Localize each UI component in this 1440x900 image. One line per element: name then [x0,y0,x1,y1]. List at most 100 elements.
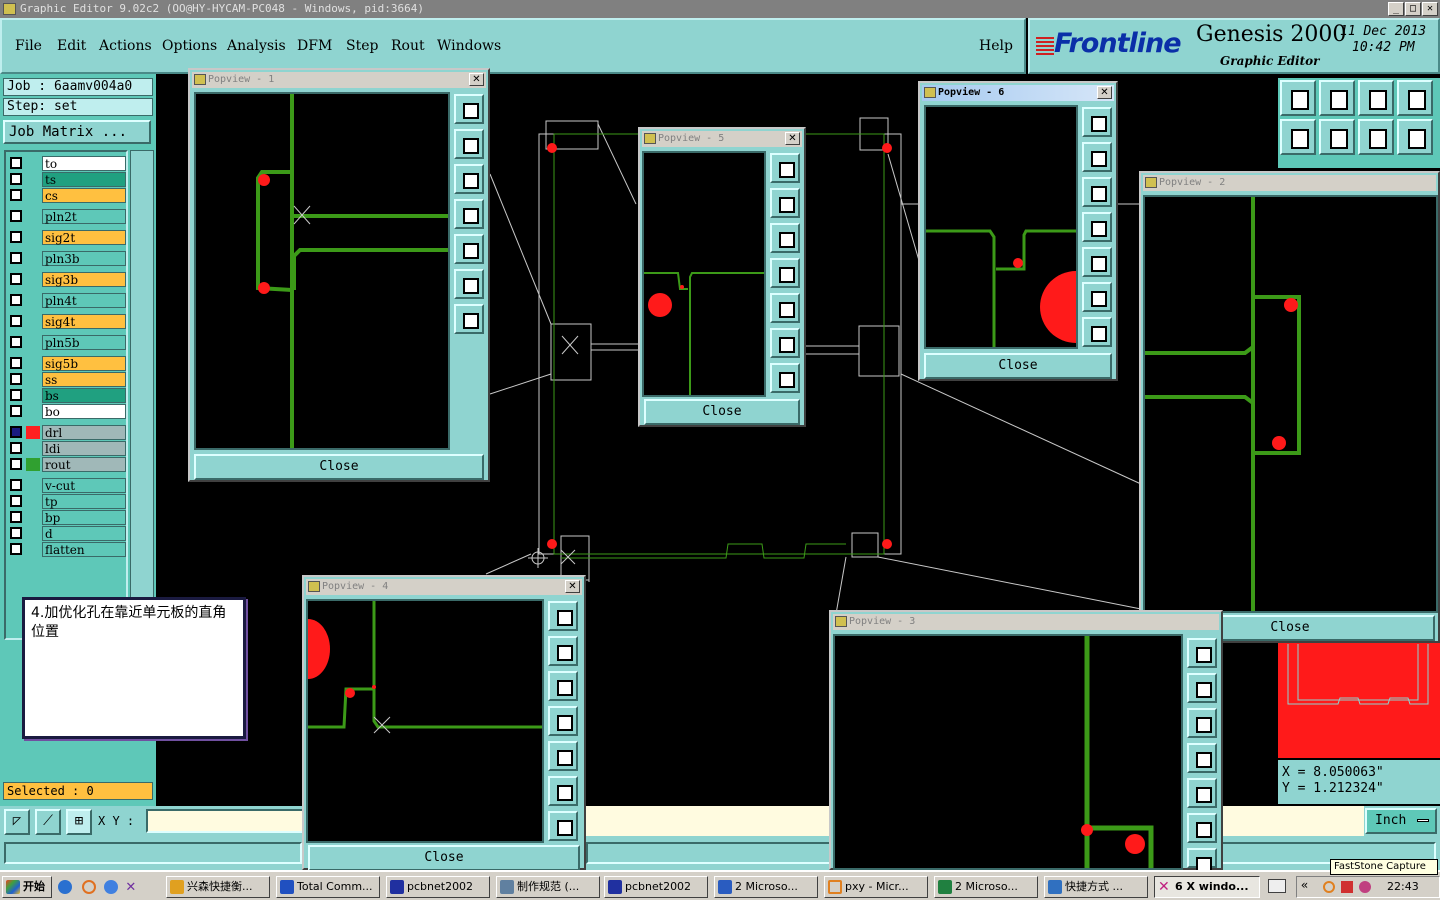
fit-icon[interactable] [454,94,484,124]
popview-canvas[interactable] [1143,195,1438,613]
zoom-out-icon[interactable] [454,164,484,194]
expand-icon[interactable] [1187,813,1217,843]
contract-icon[interactable] [548,811,578,841]
minimize-button[interactable]: _ [1388,2,1404,16]
layer-checkbox[interactable] [10,458,22,470]
close-icon[interactable]: ✕ [785,132,800,145]
menu-dfm[interactable]: DFM [297,38,332,54]
expand-icon[interactable] [548,776,578,806]
tray-clock-icon[interactable] [1323,881,1335,893]
layer-checkbox[interactable] [10,173,22,185]
menu-help[interactable]: Help [979,38,1013,54]
layer-checkbox[interactable] [10,405,22,417]
popview-canvas[interactable] [194,92,450,450]
maximize-button[interactable]: □ [1405,2,1421,16]
layer-row[interactable]: bs [8,388,126,403]
layer-scrollbar[interactable] [130,150,154,640]
close-icon[interactable]: ✕ [565,580,580,593]
close-icon[interactable]: ✕ [1097,86,1112,99]
popview-3[interactable]: Popview - 3 [829,610,1223,873]
layer-checkbox[interactable] [10,527,22,539]
layer-row[interactable]: sig2t [8,230,126,245]
layer-row[interactable]: ts [8,172,126,187]
clock-app-icon[interactable] [82,880,96,894]
fit-icon[interactable] [1082,107,1112,137]
layer-row[interactable]: to [8,156,126,171]
task-button[interactable]: pcbnet2002 [386,876,490,898]
popview-4[interactable]: Popview - 4 ✕ Close [302,575,586,871]
task-button[interactable]: 制作规范 (... [496,876,600,898]
menu-file[interactable]: File [15,38,42,54]
layer-row[interactable]: v-cut [8,478,126,493]
layer-checkbox[interactable] [10,511,22,523]
expand-icon[interactable] [1082,282,1112,312]
menu-actions[interactable]: Actions [99,38,152,54]
layer-checkbox[interactable] [10,231,22,243]
xy-input[interactable] [146,809,304,833]
contract-icon[interactable] [1187,848,1217,873]
layer-row[interactable]: tp [8,494,126,509]
expand-icon[interactable] [454,269,484,299]
popview-canvas[interactable] [924,105,1112,349]
layer-row[interactable]: pln5b [8,335,126,350]
pan-tool-icon[interactable] [1319,80,1355,116]
layer-checkbox[interactable] [10,357,22,369]
zoom-in-icon[interactable] [548,636,578,666]
task-button-active[interactable]: ✕ 6 X windo... [1154,876,1260,898]
snap-icon[interactable] [1397,119,1433,155]
close-button[interactable]: Close [308,845,580,871]
job-matrix-button[interactable]: Job Matrix ... [3,120,151,144]
fit-icon[interactable] [548,601,578,631]
popview-canvas[interactable] [833,634,1183,870]
layer-checkbox[interactable] [10,210,22,222]
close-button[interactable]: Close [924,353,1112,379]
tray-app-icon-2[interactable] [1359,881,1371,893]
layer-row[interactable]: rout [8,457,126,472]
select-tool-icon[interactable]: ◸ [4,809,30,835]
overview-pane[interactable]: X = 8.050063" Y = 1.212324" [1278,640,1440,806]
pan-right-icon[interactable] [548,741,578,771]
menu-step[interactable]: Step [346,38,378,54]
zoom-in-icon[interactable] [454,129,484,159]
task-button[interactable]: Total Comm... [276,876,380,898]
keyboard-icon[interactable] [1268,879,1286,893]
window-view-icon[interactable] [1397,80,1433,116]
zoom-in-icon[interactable] [770,188,800,218]
layer-row[interactable]: pln4t [8,293,126,308]
layer-row[interactable]: flatten [8,542,126,557]
layer-checkbox[interactable] [10,426,22,438]
units-selector[interactable]: Inch [1365,808,1437,834]
pan-left-icon[interactable] [1280,119,1316,155]
fit-icon[interactable] [1187,638,1217,668]
layer-row[interactable]: pln3b [8,251,126,266]
menu-options[interactable]: Options [162,38,217,54]
layer-checkbox[interactable] [10,189,22,201]
popview-title[interactable]: Popview - 3 [833,614,1219,630]
popview-title[interactable]: Popview - 5 ✕ [642,131,802,147]
layer-checkbox[interactable] [10,373,22,385]
menu-windows[interactable]: Windows [437,38,501,54]
measure-tool-icon[interactable]: ⟋ [35,809,61,835]
pan-left-icon[interactable] [1187,743,1217,773]
contract-icon[interactable] [1082,317,1112,347]
popview-title[interactable]: Popview - 1 ✕ [192,72,486,88]
layer-row-active[interactable]: drl [8,425,126,440]
close-icon[interactable]: ✕ [469,73,484,86]
zoom-out-icon[interactable] [548,671,578,701]
layer-row[interactable]: ss [8,372,126,387]
redraw-icon[interactable] [1358,119,1394,155]
task-button[interactable]: 2 Microso... [934,876,1038,898]
task-button[interactable]: pcbnet2002 [604,876,708,898]
close-button[interactable]: Close [194,454,484,480]
popview-title[interactable]: Popview - 4 ✕ [306,579,582,595]
layer-row[interactable]: d [8,526,126,541]
menu-analysis[interactable]: Analysis [227,38,286,54]
contract-icon[interactable] [770,363,800,393]
pan-left-icon[interactable] [770,258,800,288]
zoom-out-icon[interactable] [1082,177,1112,207]
popview-title[interactable]: Popview - 2 [1143,175,1436,191]
task-button[interactable]: 快捷方式 ... [1044,876,1148,898]
pan-right-icon[interactable] [454,234,484,264]
browser-icon[interactable] [104,880,118,894]
layer-checkbox[interactable] [10,495,22,507]
